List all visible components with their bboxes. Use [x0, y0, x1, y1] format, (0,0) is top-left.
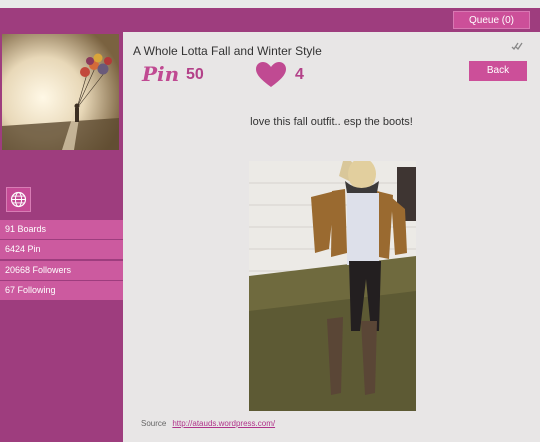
source-line: Source http://atauds.wordpress.com/	[141, 419, 275, 428]
website-button[interactable]	[6, 187, 31, 212]
pin-title: A Whole Lotta Fall and Winter Style	[133, 44, 322, 58]
sidebar-item-pins[interactable]: 6424 Pin	[0, 240, 123, 259]
source-label: Source	[141, 419, 167, 428]
back-button[interactable]: Back	[469, 61, 527, 81]
sidebar-item-boards[interactable]: 91 Boards	[0, 220, 123, 239]
sidebar-item-following[interactable]: 67 Following	[0, 281, 123, 300]
pin-logo: Pin	[142, 62, 180, 86]
pin-photo[interactable]	[249, 161, 416, 411]
heart-icon[interactable]	[256, 62, 286, 88]
double-check-icon[interactable]	[511, 41, 525, 51]
pin-description: love this fall outfit.. esp the boots!	[250, 116, 413, 128]
profile-image	[2, 34, 119, 150]
like-count: 4	[295, 66, 304, 83]
outfit-photo	[249, 161, 416, 411]
balloons-photo	[2, 34, 119, 150]
queue-button[interactable]: Queue (0)	[453, 11, 530, 29]
sidebar-item-followers[interactable]: 20668 Followers	[0, 261, 123, 280]
window-top-strip	[0, 0, 540, 8]
globe-icon	[10, 191, 27, 208]
source-link[interactable]: http://atauds.wordpress.com/	[172, 419, 275, 428]
pin-count: 50	[186, 66, 204, 83]
